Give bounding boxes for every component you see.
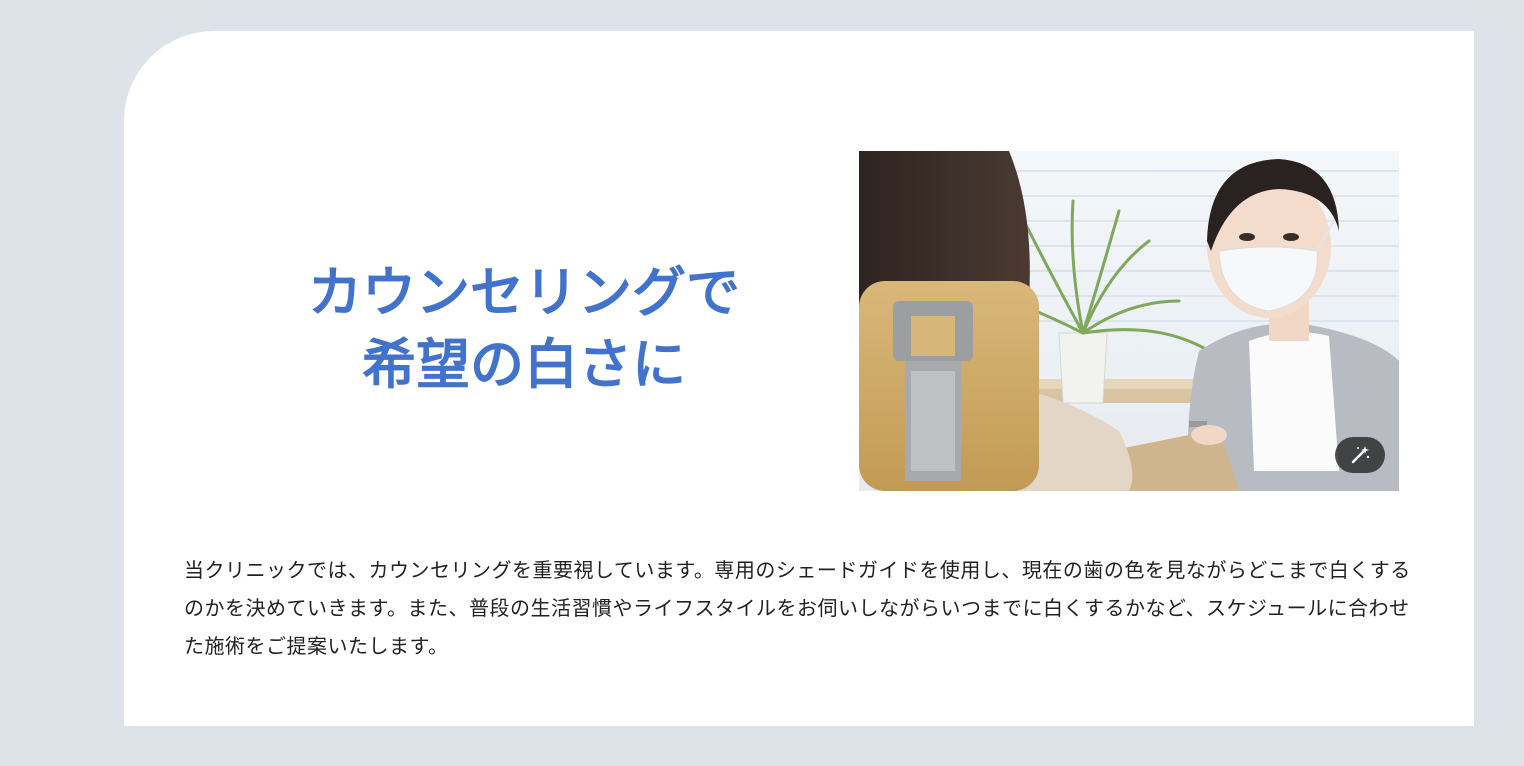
content-card: カウンセリングで 希望の白さに 当クリニックでは、カウンセリングを重要視していま…	[124, 31, 1474, 726]
counseling-photo	[859, 151, 1399, 491]
section-heading-line-2: 希望の白さに	[362, 333, 686, 396]
magic-wand-icon	[1351, 446, 1370, 464]
section-description: 当クリニックでは、カウンセリングを重要視しています。専用のシェードガイドを使用し…	[184, 558, 1411, 658]
counseling-photo-illustration	[859, 151, 1399, 491]
ai-edit-button[interactable]	[1335, 437, 1385, 473]
section-heading: カウンセリングで 希望の白さに	[164, 257, 884, 401]
section-heading-line-1: カウンセリングで	[308, 261, 740, 324]
